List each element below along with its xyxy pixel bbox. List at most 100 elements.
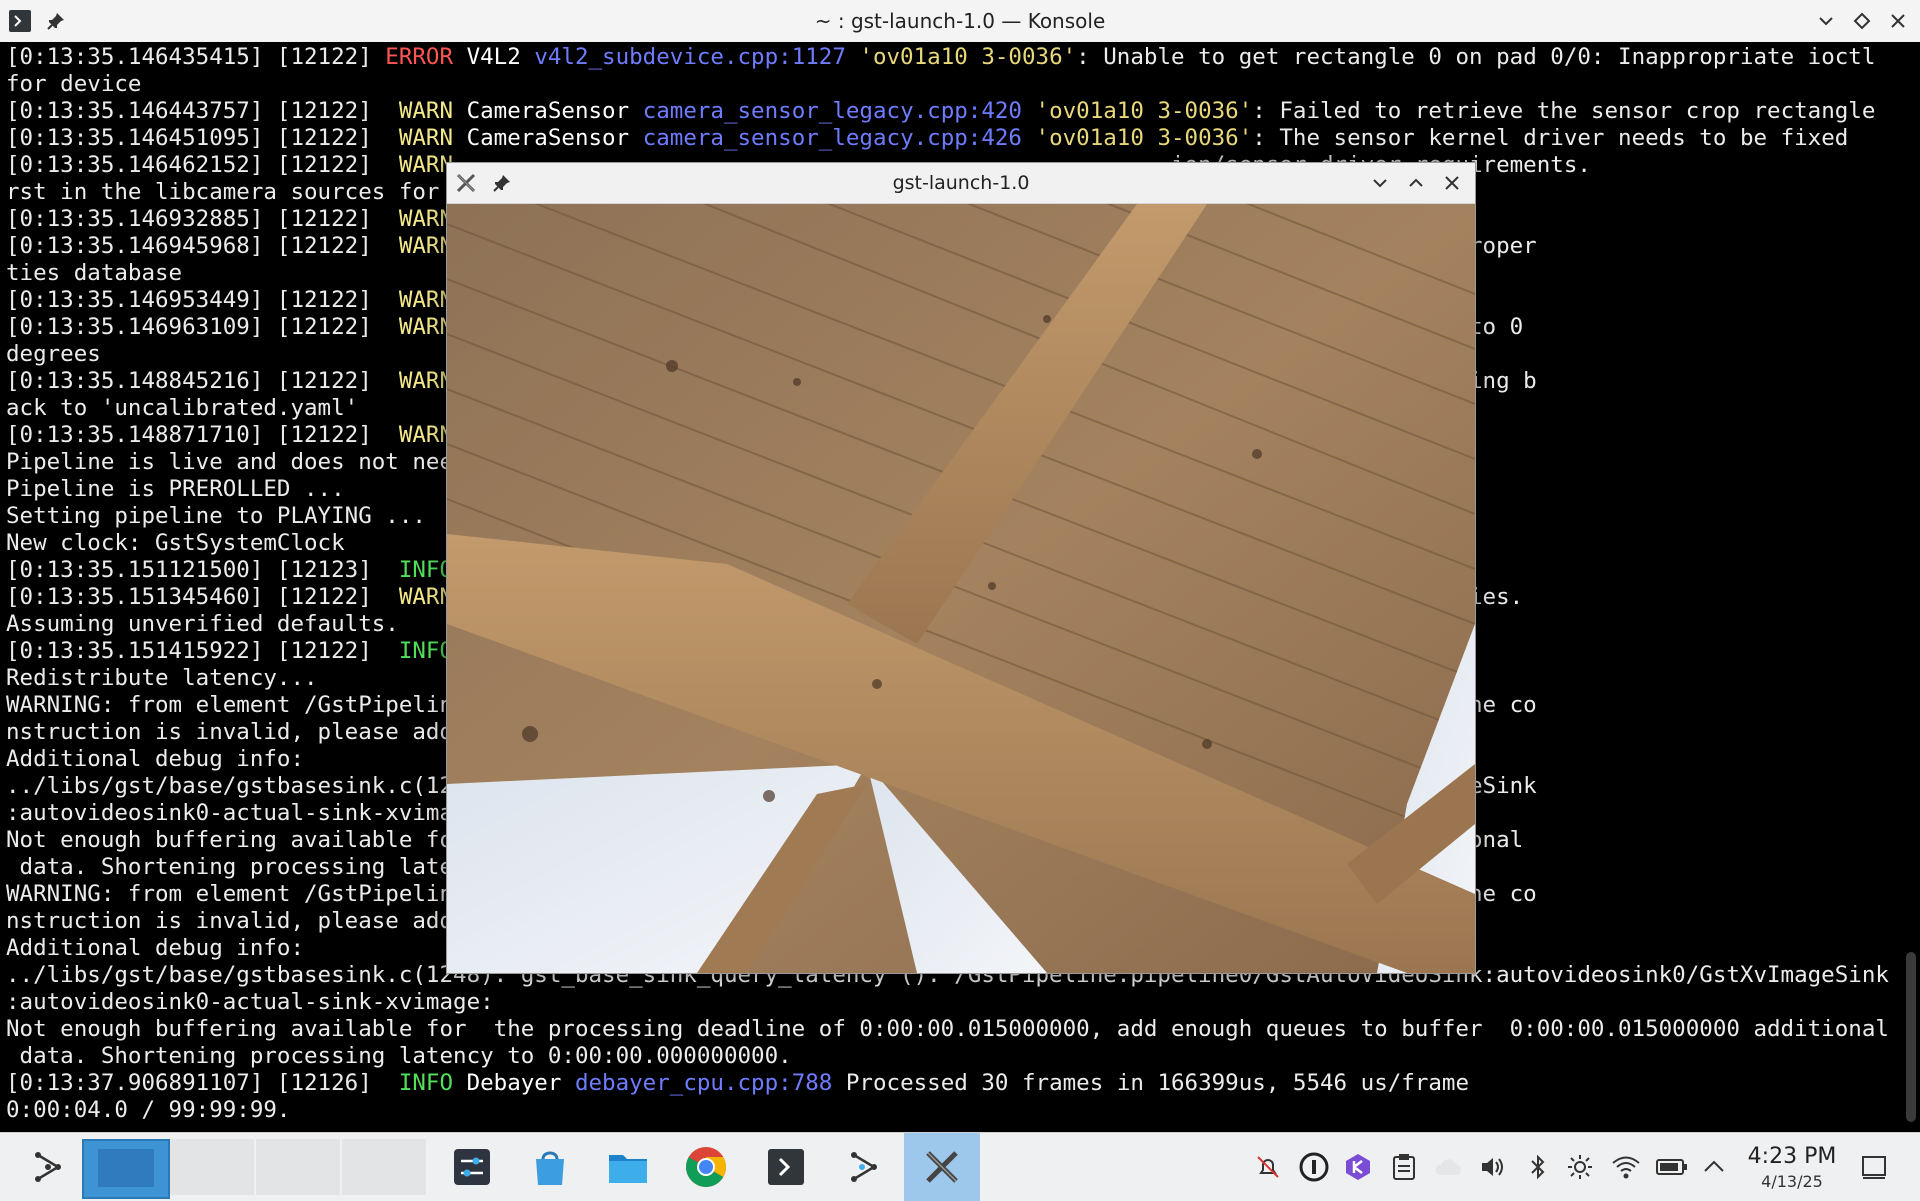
- window-title: ~ : gst-launch-1.0 — Konsole: [814, 9, 1106, 33]
- terminal-line: data. Shortening processing latency to 0…: [6, 1043, 1889, 1070]
- gst-video-window[interactable]: gst-launch-1.0: [446, 162, 1476, 974]
- chevron-down-icon: [1373, 179, 1387, 188]
- terminal-line: 0:00:04.0 / 99:99:99.: [6, 1097, 1889, 1124]
- kde-connect-tray[interactable]: [1340, 1149, 1376, 1185]
- application-launcher[interactable]: [20, 1139, 76, 1195]
- terminal-text: Pipeline is live and does not nee: [6, 449, 454, 475]
- terminal-text: V4L2: [466, 44, 535, 70]
- gst-maximize-button[interactable]: [1403, 170, 1429, 196]
- terminal-text: Debayer: [466, 1070, 575, 1096]
- terminal-text: WARN: [398, 368, 454, 394]
- terminal-text: for device: [6, 71, 142, 97]
- minimize-button[interactable]: [1812, 7, 1840, 35]
- clock-time[interactable]: 4:23 PM: [1736, 1144, 1848, 1169]
- chevron-up-icon: [1704, 1160, 1724, 1172]
- terminal-scrollbar[interactable]: [1906, 952, 1916, 1122]
- terminal-line: :autovideosink0-actual-sink-xvimage:: [6, 989, 1889, 1016]
- discover-launcher[interactable]: [522, 1139, 578, 1195]
- wifi-tray[interactable]: [1608, 1149, 1644, 1185]
- chevron-up-icon: [1409, 178, 1423, 187]
- terminal-text: WARN: [398, 233, 454, 259]
- speaker-icon: [1482, 1158, 1503, 1176]
- terminal-line: for device: [6, 71, 1889, 98]
- terminal-text: Additional debug info:: [6, 935, 305, 961]
- gst-close-button[interactable]: [1439, 170, 1465, 196]
- kde-dots-icon: [851, 1152, 877, 1182]
- virtual-desktop-4[interactable]: [342, 1139, 426, 1195]
- close-icon: [1891, 14, 1905, 28]
- terminal-text: camera_sensor_legacy.cpp:420: [642, 98, 1036, 124]
- chrome-launcher[interactable]: [678, 1139, 734, 1195]
- terminal-text: :autovideosink0-actual-sink-xvimage:: [6, 989, 494, 1015]
- restore-diamond-icon: [1853, 12, 1871, 30]
- terminal-line: [0:13:35.146451095] [12122] WARN CameraS…: [6, 125, 1889, 152]
- brightness-tray[interactable]: [1562, 1149, 1598, 1185]
- virtual-desktop-3[interactable]: [256, 1139, 340, 1195]
- terminal-text: rst in the libcamera sources for: [6, 179, 440, 205]
- battery-tray[interactable]: [1654, 1149, 1690, 1185]
- clock-date[interactable]: 4/13/25: [1736, 1172, 1848, 1191]
- system-settings-launcher[interactable]: [444, 1139, 500, 1195]
- terminal-text: [0:13:35.146963109] [12122]: [6, 314, 399, 340]
- clipboard-tray[interactable]: [1386, 1149, 1422, 1185]
- virtual-desktop-2[interactable]: [170, 1139, 254, 1195]
- onepassword-icon: [1299, 1152, 1329, 1182]
- terminal-text: 'ov01a10 3-0036': [859, 44, 1077, 70]
- desktop-icon: [1862, 1156, 1886, 1179]
- terminal-text: WARN: [398, 125, 467, 151]
- terminal-text: Redistribute latency...: [6, 665, 318, 691]
- terminal-text: Processed 30 frames in 166399us, 5546 us…: [845, 1070, 1470, 1096]
- maximize-button[interactable]: [1848, 7, 1876, 35]
- terminal-text: WARN: [398, 98, 467, 124]
- terminal-text: [0:13:35.146932885] [12122]: [6, 206, 399, 232]
- show-hidden-icons-button[interactable]: [1696, 1149, 1732, 1185]
- virtual-desktop-1[interactable]: [82, 1139, 170, 1199]
- cloud-sync-tray[interactable]: [1430, 1149, 1466, 1185]
- terminal-text: :00:04.0 / 99:99:99.: [19, 1097, 291, 1123]
- chrome-icon: [686, 1147, 726, 1187]
- terminal-text: camera_sensor_legacy.cpp:426: [642, 125, 1036, 151]
- chevron-down-icon: [1819, 17, 1833, 26]
- camera-video-frame: [447, 204, 1475, 973]
- terminal-text: :autovideosink0-actual-sink-xvima: [6, 800, 454, 826]
- terminal-text: [0:13:35.146953449] [12122]: [6, 287, 399, 313]
- x11-icon: [926, 1151, 958, 1183]
- file-manager-launcher[interactable]: [600, 1139, 656, 1195]
- terminal-line: [0:13:35.146435415] [12122] ERROR V4L2 v…: [6, 44, 1889, 71]
- terminal-text: [0:13:35.148871710] [12122]: [6, 422, 399, 448]
- password-manager-tray[interactable]: [1296, 1149, 1332, 1185]
- terminal-text: [0:13:35.151415922] [12122]: [6, 638, 399, 664]
- gst-window-titlebar[interactable]: gst-launch-1.0: [447, 163, 1475, 204]
- terminal-text: debayer_cpu.cpp:788: [574, 1070, 846, 1096]
- terminal-text: CameraSensor: [466, 125, 643, 151]
- settings-icon: [454, 1149, 490, 1185]
- kde-connect-task[interactable]: [836, 1139, 892, 1195]
- sun-icon: [1568, 1155, 1592, 1179]
- terminal-text: ties database: [6, 260, 183, 286]
- cloud-icon: [1435, 1159, 1461, 1175]
- show-desktop-button[interactable]: [1856, 1149, 1892, 1185]
- terminal-text: [0:13:35.151345460] [12122]: [6, 584, 399, 610]
- close-button[interactable]: [1884, 7, 1912, 35]
- terminal-text: INFO: [398, 557, 454, 583]
- bell-muted-icon: [1257, 1156, 1279, 1178]
- volume-tray[interactable]: [1474, 1149, 1510, 1185]
- notifications-button[interactable]: [1250, 1149, 1286, 1185]
- bluetooth-tray[interactable]: [1520, 1149, 1556, 1185]
- konsole-titlebar[interactable]: ~ : gst-launch-1.0 — Konsole: [0, 0, 1920, 43]
- terminal-text: data. Shortening processing late: [6, 854, 454, 880]
- terminal-text: [0:13:35.146435415] [12122]: [6, 44, 386, 70]
- battery-icon: [1656, 1159, 1687, 1175]
- terminal-text: v4l2_subdevice.cpp:1127: [534, 44, 860, 70]
- terminal-text: Not enough buffering available for the p…: [6, 1016, 1889, 1042]
- terminal-text: WARN: [398, 206, 454, 232]
- terminal-text: WARN: [398, 422, 454, 448]
- konsole-task[interactable]: [758, 1139, 814, 1195]
- gst-window-task[interactable]: [904, 1133, 980, 1201]
- gst-minimize-button[interactable]: [1367, 170, 1393, 196]
- terminal-text: [0:13:35.146945968] [12122]: [6, 233, 399, 259]
- shopping-bag-icon: [536, 1151, 564, 1185]
- terminal-text: Setting pipeline to PLAYING ...: [6, 503, 426, 529]
- terminal-text: : The sensor kernel driver needs to be f…: [1252, 125, 1849, 151]
- terminal-text: WARN: [398, 152, 454, 178]
